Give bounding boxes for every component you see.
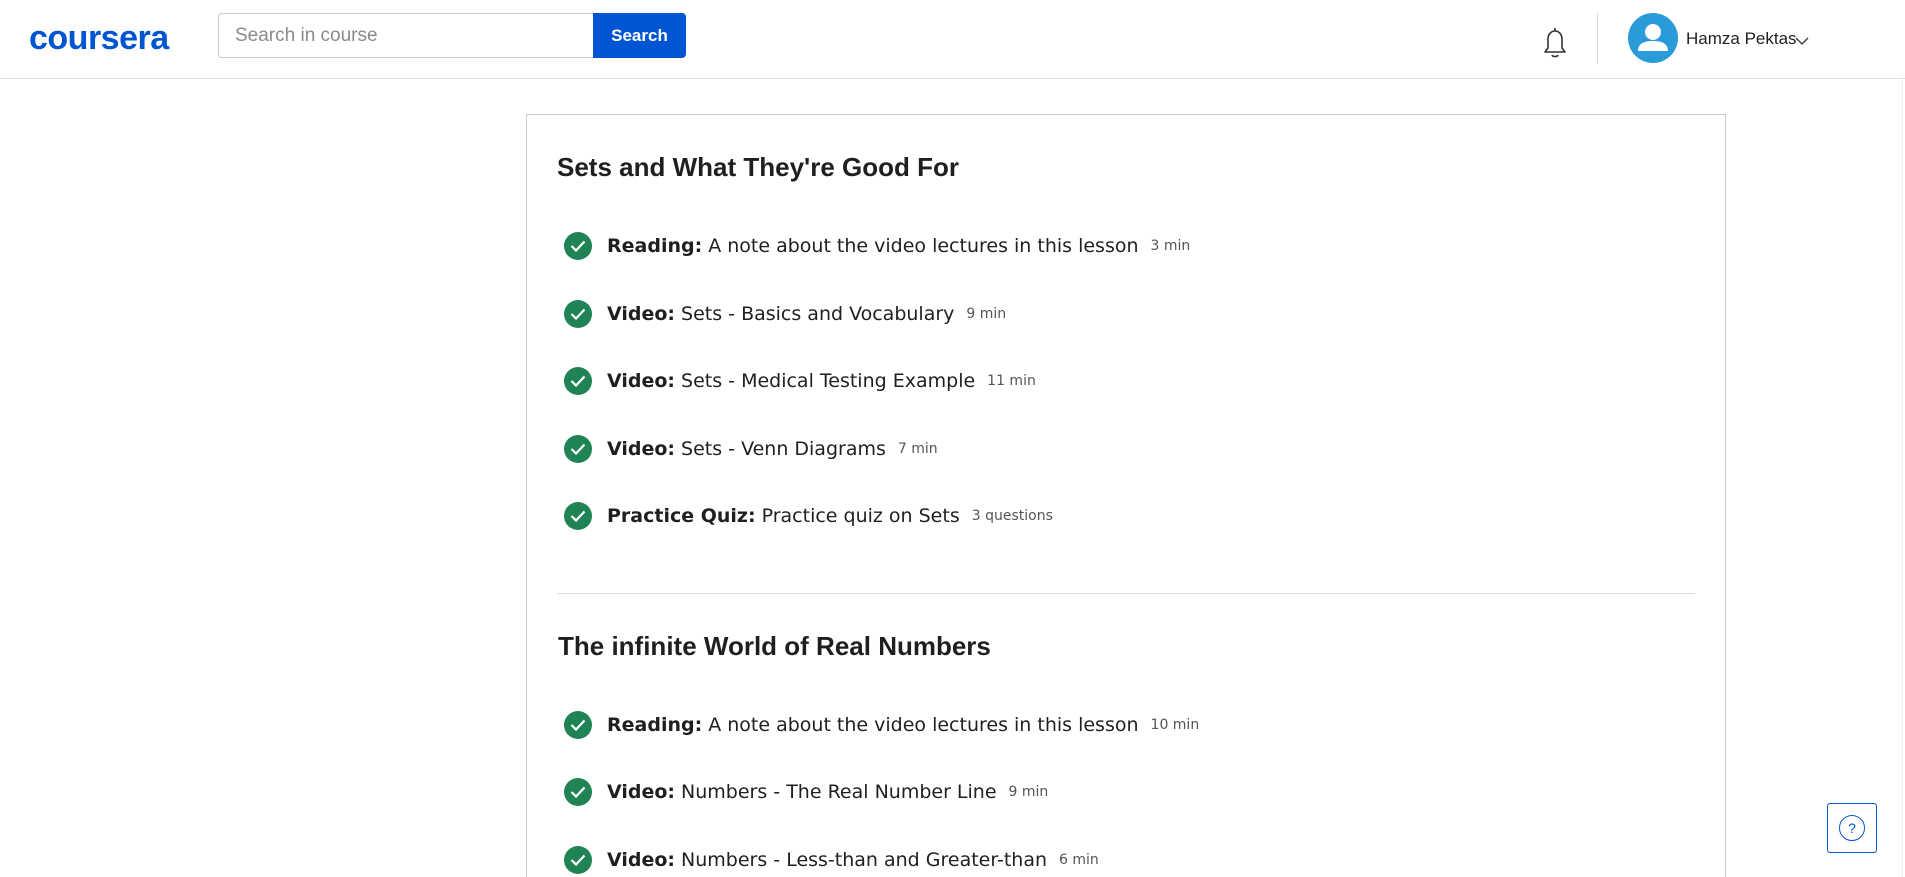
- notification-bell-icon[interactable]: [1538, 24, 1572, 60]
- item-title[interactable]: Numbers - The Real Number Line: [681, 781, 997, 803]
- item-duration: 3 min: [1150, 238, 1191, 254]
- item-title[interactable]: Sets - Medical Testing Example: [681, 370, 975, 392]
- checkmark-icon: [564, 502, 592, 530]
- section-divider: [557, 593, 1695, 594]
- list-item[interactable]: Practice Quiz: Practice quiz on Sets 3 q…: [564, 501, 1053, 531]
- user-name[interactable]: Hamza Pektas: [1686, 28, 1797, 50]
- item-duration: 9 min: [1008, 784, 1049, 800]
- list-item[interactable]: Video: Numbers - The Real Number Line 9 …: [564, 777, 1048, 807]
- item-title[interactable]: A note about the video lectures in this …: [708, 714, 1138, 736]
- item-type: Reading:: [607, 714, 703, 736]
- item-duration: 11 min: [987, 373, 1036, 389]
- section-title: Sets and What They're Good For: [557, 152, 959, 182]
- item-duration: 9 min: [966, 306, 1007, 322]
- list-item[interactable]: Video: Numbers - Less-than and Greater-t…: [564, 845, 1099, 875]
- help-button[interactable]: ?: [1827, 803, 1877, 853]
- help-icon: ?: [1839, 815, 1865, 841]
- header-divider: [1597, 13, 1598, 64]
- item-type: Reading:: [607, 235, 703, 257]
- item-title[interactable]: Practice quiz on Sets: [762, 505, 960, 527]
- checkmark-icon: [564, 367, 592, 395]
- item-title[interactable]: Sets - Venn Diagrams: [681, 438, 886, 460]
- coursera-logo[interactable]: coursera: [29, 18, 169, 58]
- item-duration: 3 questions: [971, 508, 1053, 524]
- checkmark-icon: [564, 846, 592, 874]
- module-card: Sets and What They're Good For Reading: …: [526, 114, 1726, 877]
- checkmark-icon: [564, 435, 592, 463]
- checkmark-icon: [564, 232, 592, 260]
- search-button[interactable]: Search: [593, 13, 686, 58]
- checkmark-icon: [564, 778, 592, 806]
- item-title[interactable]: Numbers - Less-than and Greater-than: [681, 849, 1047, 871]
- item-type: Video:: [607, 781, 676, 803]
- list-item[interactable]: Reading: A note about the video lectures…: [564, 231, 1190, 261]
- item-duration: 6 min: [1059, 852, 1099, 868]
- section-title: The infinite World of Real Numbers: [558, 631, 991, 661]
- course-page: coursera Search Hamza Pektas Se: [0, 0, 1905, 877]
- item-duration: 10 min: [1150, 717, 1200, 733]
- top-header: coursera Search Hamza Pektas: [0, 0, 1905, 79]
- item-duration: 7 min: [897, 441, 938, 457]
- item-type: Video:: [607, 303, 676, 325]
- checkmark-icon: [564, 300, 592, 328]
- chevron-down-icon[interactable]: [1795, 33, 1809, 46]
- list-item[interactable]: Video: Sets - Venn Diagrams 7 min: [564, 434, 938, 464]
- item-type: Video:: [607, 849, 676, 871]
- item-type: Video:: [607, 438, 676, 460]
- user-icon: [1638, 24, 1668, 51]
- list-item[interactable]: Video: Sets - Basics and Vocabulary 9 mi…: [564, 299, 1006, 329]
- search-input[interactable]: [218, 13, 593, 58]
- list-item[interactable]: Video: Sets - Medical Testing Example 11…: [564, 366, 1036, 396]
- item-title[interactable]: A note about the video lectures in this …: [708, 235, 1138, 257]
- item-type: Practice Quiz:: [607, 505, 756, 527]
- checkmark-icon: [564, 711, 592, 739]
- avatar[interactable]: [1628, 13, 1678, 63]
- item-title[interactable]: Sets - Basics and Vocabulary: [681, 303, 954, 325]
- item-type: Video:: [607, 370, 676, 392]
- list-item[interactable]: Reading: A note about the video lectures…: [564, 710, 1199, 740]
